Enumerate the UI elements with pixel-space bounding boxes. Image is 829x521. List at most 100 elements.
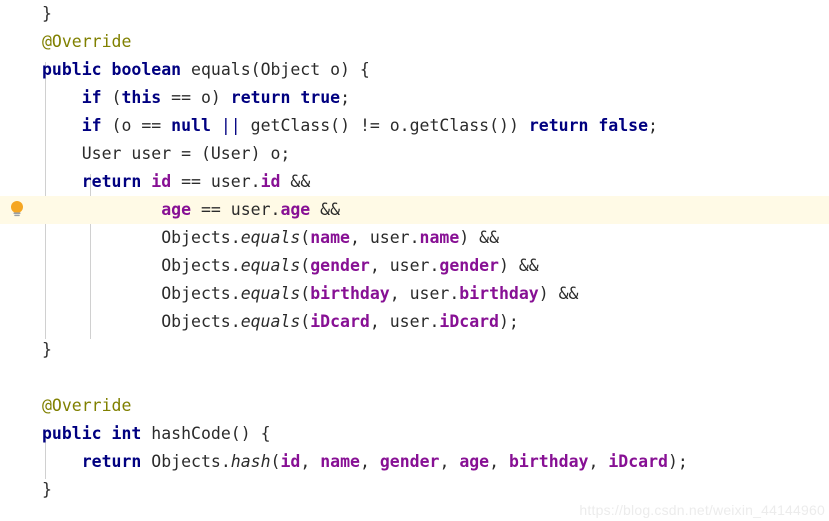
code-token: gender [310,256,370,275]
code-token: } [42,4,52,23]
code-line[interactable]: if (o == null || getClass() != o.getClas… [0,112,829,140]
code-line[interactable]: @Override [0,392,829,420]
code-token: id [280,452,301,471]
code-token: public [42,60,102,79]
code-token: ; [648,116,658,135]
code-token: equals [240,284,301,303]
code-token: Objects. [42,312,241,331]
code-line[interactable]: Objects.equals(gender, user.gender) && [0,252,829,280]
code-token: birthday [310,284,390,303]
code-token: hash [230,452,271,471]
code-token: int [111,424,142,443]
code-token: ) && [459,228,500,247]
code-token: ; [340,88,351,107]
code-line-highlighted[interactable]: age == user.age && [0,196,829,224]
code-line[interactable]: Objects.equals(iDcard, user.iDcard); [0,308,829,336]
code-line[interactable]: if (this == o) return true; [0,84,829,112]
editor-gutter [0,0,34,521]
code-line[interactable]: User user = (User) o; [0,140,829,168]
code-token: id [260,172,281,191]
code-content[interactable]: } @Override public boolean equals(Object o… [0,0,829,504]
code-token: birthday [509,452,589,471]
code-token: iDcard [608,452,668,471]
code-token: (o == [101,116,172,135]
code-token: Objects. [42,284,241,303]
code-line[interactable]: public boolean equals(Object o) { [0,56,829,84]
code-token: iDcard [310,312,370,331]
code-line[interactable]: } [0,0,829,28]
code-token: || [220,116,241,135]
code-token: age [459,452,490,471]
code-token: , user. [389,284,460,303]
code-token: gender [379,452,440,471]
code-token: , [359,452,380,471]
code-token: , [489,452,509,471]
code-token: ( [101,88,122,107]
code-token: equals(Object o) { [181,60,370,79]
code-token: == user. [171,172,261,191]
code-token: return [230,88,291,107]
code-line[interactable]: public int hashCode() { [0,420,829,448]
code-token: ( [300,228,311,247]
code-token: equals [240,228,301,247]
code-token: if [81,116,102,135]
code-token: } [42,480,52,499]
code-token: } [42,340,52,359]
code-token: , [588,452,609,471]
code-line[interactable]: } [0,336,829,364]
code-token: age [280,200,311,219]
code-token: User user = (User) o; [42,144,291,163]
code-token: iDcard [439,312,499,331]
code-token: false [598,116,649,135]
code-line[interactable]: Objects.equals(name, user.name) && [0,224,829,252]
code-token: ( [300,256,311,275]
code-token: && [310,200,341,219]
code-token: , [439,452,460,471]
code-token: this [121,88,162,107]
code-token: gender [439,256,499,275]
code-token: name [419,228,460,247]
code-token: boolean [111,60,182,79]
code-token: ( [300,312,311,331]
code-token: equals [240,256,301,275]
code-editor[interactable]: } @Override public boolean equals(Object o… [0,0,829,521]
code-token: , user. [349,228,420,247]
code-token: , user. [369,312,440,331]
code-token: getClass() != o.getClass()) [240,116,529,135]
code-token: id [151,172,172,191]
code-token: equals [240,312,301,331]
code-token: ( [300,284,311,303]
code-token: hashCode() { [141,424,271,443]
code-token: , [300,452,321,471]
code-token: Objects. [42,256,241,275]
code-line[interactable]: Objects.equals(birthday, user.birthday) … [0,280,829,308]
code-token: ); [667,452,688,471]
code-line[interactable]: return id == user.id && [0,168,829,196]
code-token: Objects. [141,452,231,471]
code-token: Objects. [42,228,241,247]
code-token: ) && [538,284,579,303]
code-token: return [81,452,142,471]
code-line[interactable]: @Override [0,28,829,56]
lightbulb-icon[interactable] [9,200,25,218]
code-line[interactable]: } [0,476,829,504]
code-token: ( [270,452,281,471]
code-line[interactable] [0,364,829,392]
code-token: null [171,116,211,135]
code-token: ) && [499,256,539,275]
code-token: return [81,172,142,191]
code-token: name [310,228,350,247]
watermark-text: https://blog.csdn.net/weixin_44144960 [579,502,825,518]
code-token: birthday [459,284,539,303]
code-line[interactable]: return Objects.hash(id, name, gender, ag… [0,448,829,476]
code-token: @Override [42,32,132,51]
